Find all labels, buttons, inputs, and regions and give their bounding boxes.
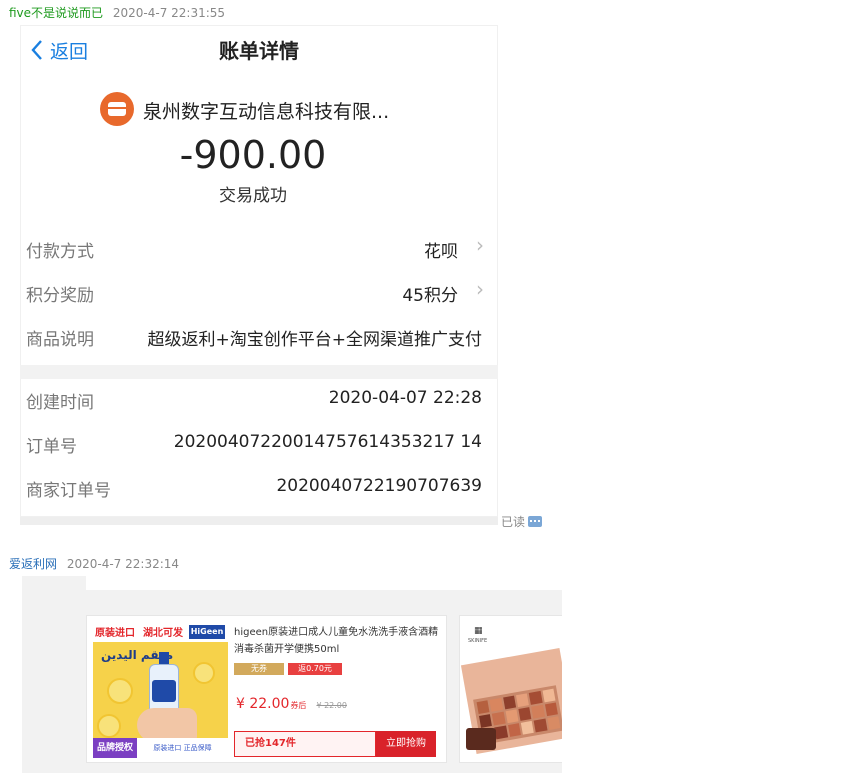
section-divider <box>20 365 498 379</box>
points-label: 积分奖励 <box>26 286 94 306</box>
brand-badge: 品牌授权 <box>93 738 137 758</box>
product-card[interactable]: 原装进口 湖北可发 HiGeen معقم اليدين 品牌授权 原装进口 正… <box>86 615 447 763</box>
chevron-right-icon[interactable]: › <box>476 233 484 257</box>
product-card[interactable]: ▦ SKINIFE <box>459 615 562 763</box>
product-image[interactable]: 原装进口 湖北可发 HiGeen معقم اليدين 品牌授权 原装进口 正… <box>93 622 228 758</box>
merchant-order-value: 2020040722190707639 <box>276 476 482 496</box>
bill-bottom-band <box>20 517 498 525</box>
message-timestamp: 2020-4-7 22:32:14 <box>66 557 180 571</box>
chevron-right-icon[interactable]: › <box>476 277 484 301</box>
bill-screenshot[interactable]: 返回 账单详情 泉州数字互动信息科技有限... -900.00 交易成功 付款方… <box>20 25 498 517</box>
sold-count: 已抢147件 <box>234 731 376 757</box>
amount: -900.00 <box>179 133 327 177</box>
brand-logo: ▦ <box>474 626 483 636</box>
payment-method-value: 花呗 <box>424 242 458 262</box>
merchant-order-label: 商家订单号 <box>26 481 111 501</box>
top-strip <box>86 576 562 590</box>
sender-name[interactable]: 爱返利网 <box>9 557 57 571</box>
more-icon[interactable] <box>528 516 543 527</box>
payment-method-label: 付款方式 <box>26 242 94 262</box>
banner-import: 原装进口 <box>95 628 135 639</box>
read-status-label: 已读 <box>501 515 526 529</box>
page-title: 账单详情 <box>219 39 299 63</box>
brand-logo: HiGeen <box>189 625 225 639</box>
banner-ship: 湖北可发 <box>143 628 183 639</box>
transaction-status: 交易成功 <box>219 186 287 206</box>
created-time-value: 2020-04-07 22:28 <box>328 388 482 408</box>
read-status: 已读 <box>501 513 543 530</box>
price-suffix: 券后 <box>290 701 307 710</box>
message-timestamp: 2020-4-7 22:31:55 <box>112 6 226 20</box>
rebate-tag: 返0.70元 <box>288 663 342 675</box>
order-number-value: 20200407220014757614353217 14 <box>173 432 482 452</box>
old-price: ¥ 22.00 <box>316 701 347 710</box>
points-value: 45积分 <box>402 286 458 306</box>
guarantee-tags: 原装进口 正品保障 <box>137 738 228 758</box>
buy-now-button[interactable]: 立即抢购 <box>376 731 436 757</box>
price: ¥ 22.00 <box>236 696 290 712</box>
merchant-name: 泉州数字互动信息科技有限... <box>143 101 390 123</box>
product-share-image[interactable]: 原装进口 湖北可发 HiGeen معقم اليدين 品牌授权 原装进口 正… <box>22 576 562 773</box>
created-time-label: 创建时间 <box>26 393 94 413</box>
coupon-tag: 无券 <box>234 663 284 675</box>
price-row: ¥ 22.00 券后 ¥ 22.00 <box>236 696 347 712</box>
product-title[interactable]: higeen原装进口成人儿童免水洗洗手液含酒精消毒杀菌开学便携50ml <box>234 624 442 658</box>
product-desc-label: 商品说明 <box>26 330 94 350</box>
brand-text: SKINIFE <box>468 638 488 644</box>
message-header: five不是说说而已 2020-4-7 22:31:55 <box>9 4 225 21</box>
message-header: 爱返利网 2020-4-7 22:32:14 <box>9 555 179 572</box>
merchant-logo <box>100 92 134 126</box>
product-desc-value: 超级返利+淘宝创作平台+全网渠道推广支付 <box>147 330 483 350</box>
sender-name[interactable]: five不是说说而已 <box>9 6 103 20</box>
order-number-label: 订单号 <box>26 437 77 457</box>
